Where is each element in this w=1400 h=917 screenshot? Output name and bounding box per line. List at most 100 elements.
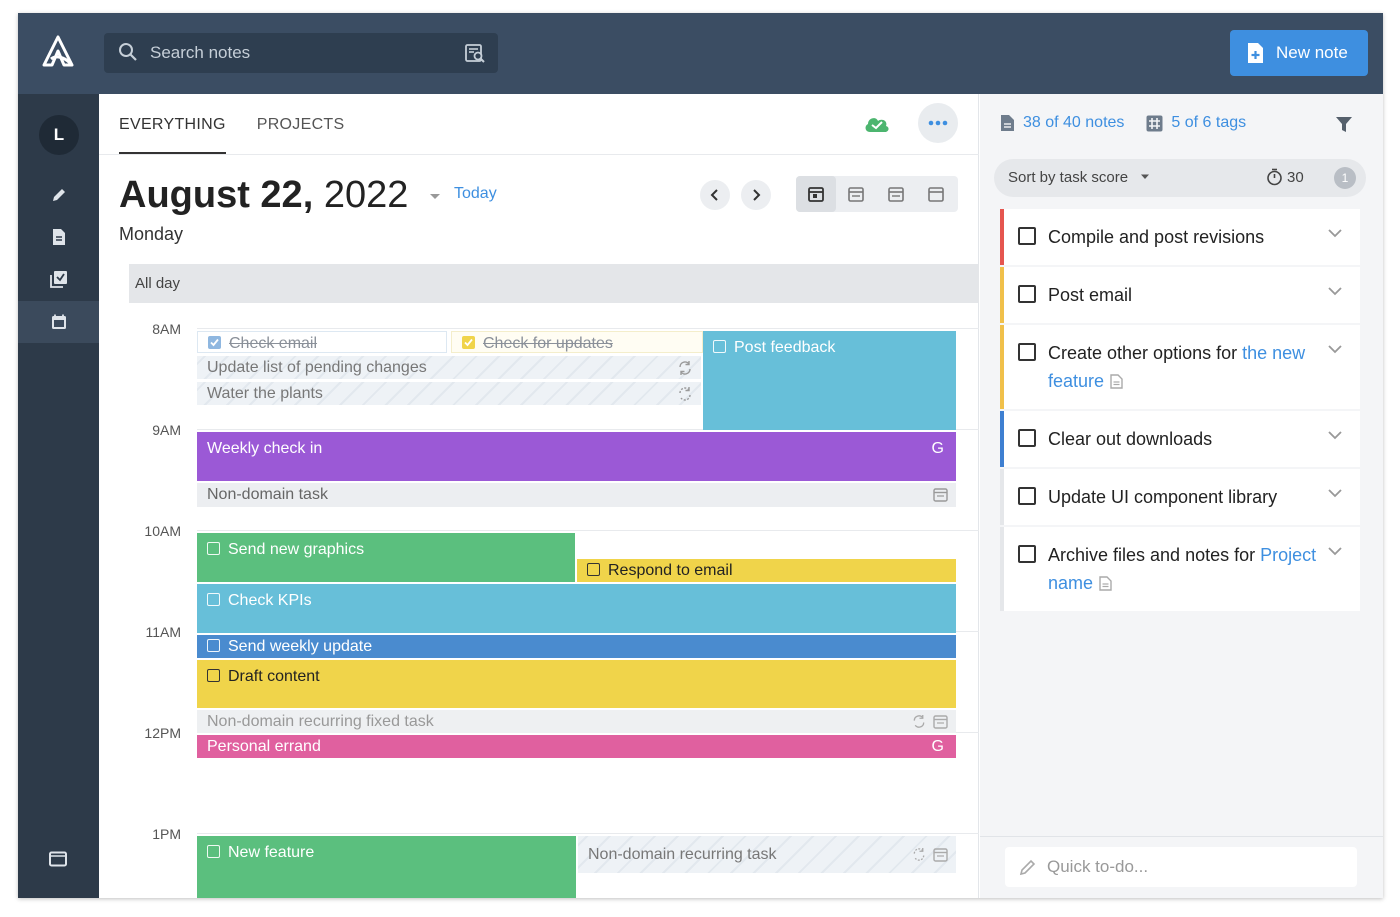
event-non-domain-recurring[interactable]: Non-domain recurring task — [578, 836, 956, 873]
time-budget[interactable]: 30 — [1266, 168, 1304, 186]
event-check-email[interactable]: Check email — [197, 331, 447, 353]
more-options-button[interactable] — [918, 103, 958, 143]
event-water-plants[interactable]: Water the plants — [197, 382, 701, 405]
cloud-sync-icon[interactable] — [863, 114, 891, 139]
task-checkbox[interactable] — [1018, 429, 1036, 447]
today-link[interactable]: Today — [454, 185, 497, 203]
advanced-search-icon[interactable] — [464, 42, 486, 64]
event-weekly-check-in[interactable]: Weekly check in G — [197, 432, 956, 481]
chevron-down-icon[interactable] — [1328, 287, 1342, 296]
task-item[interactable]: Clear out downloads — [1000, 411, 1360, 467]
checkbox[interactable] — [207, 639, 220, 652]
avatar[interactable]: L — [39, 115, 79, 155]
event-respond-to-email[interactable]: Respond to email — [577, 559, 956, 582]
rail-panel-toggle[interactable] — [48, 851, 68, 872]
event-label: Check for updates — [483, 335, 613, 352]
event-check-for-updates[interactable]: Check for updates — [451, 331, 703, 353]
task-item[interactable]: Compile and post revisions — [1000, 209, 1360, 265]
event-check-kpis[interactable]: Check KPIs — [197, 584, 956, 633]
quick-todo-input[interactable]: Quick to-do... — [1005, 847, 1357, 887]
filter-icon[interactable] — [1335, 116, 1353, 139]
event-label: Update list of pending changes — [207, 359, 427, 376]
priority-bar — [1000, 267, 1004, 323]
tags-count-link[interactable]: 5 of 6 tags — [1146, 114, 1246, 132]
chevron-down-icon[interactable] — [1328, 547, 1342, 556]
ellipsis-icon — [928, 120, 948, 126]
event-post-feedback[interactable]: Post feedback — [703, 331, 956, 430]
search-input[interactable] — [150, 41, 450, 65]
tab-projects[interactable]: PROJECTS — [257, 94, 345, 154]
search-icon — [119, 43, 137, 61]
rail-documents[interactable] — [18, 216, 99, 258]
recurring-icon — [913, 714, 925, 728]
rail-tasks[interactable] — [18, 258, 99, 300]
checked-box-icon[interactable] — [208, 336, 221, 349]
sort-label: Sort by task score — [1008, 169, 1129, 186]
task-item[interactable]: Archive files and notes for Project name — [1000, 527, 1360, 611]
task-list-icon — [49, 271, 67, 288]
app-logo-icon[interactable] — [38, 33, 78, 73]
view-month-button[interactable] — [916, 176, 956, 212]
tab-everything[interactable]: EVERYTHING — [119, 94, 226, 154]
event-new-feature[interactable]: New feature — [197, 836, 576, 898]
tags-count-label: 5 of 6 tags — [1171, 114, 1247, 131]
event-send-new-graphics[interactable]: Send new graphics — [197, 533, 575, 582]
view-3day-button[interactable] — [836, 176, 876, 212]
next-day-button[interactable] — [741, 180, 771, 210]
calendar-main: EVERYTHING PROJECTS August 22, 2022 Toda… — [99, 94, 979, 898]
hour-label-10am: 10AM — [144, 523, 181, 539]
calendar-month-icon — [928, 187, 944, 202]
notes-count-link[interactable]: 38 of 40 notes — [1000, 114, 1124, 132]
event-non-domain-recurring-fixed[interactable]: Non-domain recurring fixed task — [197, 710, 956, 733]
checked-box-icon[interactable] — [462, 336, 475, 349]
new-note-button[interactable]: New note — [1230, 30, 1368, 76]
checkbox[interactable] — [207, 593, 220, 606]
view-day-button[interactable] — [796, 176, 836, 212]
chevron-right-icon — [753, 189, 761, 201]
priority-bar — [1000, 527, 1004, 611]
rail-calendar[interactable] — [18, 301, 99, 343]
caret-down-icon — [1141, 174, 1150, 179]
all-day-row[interactable]: All day — [129, 264, 979, 303]
chevron-down-icon[interactable] — [1328, 489, 1342, 498]
pencil-icon — [52, 189, 65, 201]
event-non-domain-task[interactable]: Non-domain task — [197, 483, 956, 507]
google-badge: G — [931, 738, 944, 755]
panel-toggle-icon — [49, 851, 67, 867]
calendar-icon — [51, 314, 66, 329]
chevron-down-icon[interactable] — [1328, 431, 1342, 440]
event-personal-errand[interactable]: Personal errand G — [197, 735, 956, 758]
hour-label-11am: 11AM — [145, 624, 181, 640]
checkbox[interactable] — [207, 669, 220, 682]
calendar-icon — [933, 488, 948, 502]
view-tabs: EVERYTHING PROJECTS — [119, 94, 375, 154]
chevron-down-icon[interactable] — [1328, 345, 1342, 354]
hour-line — [197, 328, 979, 329]
date-heading[interactable]: August 22, 2022 — [119, 174, 441, 217]
event-send-weekly-update[interactable]: Send weekly update — [197, 635, 956, 658]
event-update-list[interactable]: Update list of pending changes — [197, 356, 701, 379]
view-week-button[interactable] — [876, 176, 916, 212]
task-checkbox[interactable] — [1018, 545, 1036, 563]
sort-dropdown[interactable]: Sort by task score — [1008, 169, 1150, 186]
checkbox[interactable] — [207, 542, 220, 555]
task-checkbox[interactable] — [1018, 227, 1036, 245]
task-checkbox[interactable] — [1018, 487, 1036, 505]
task-checkbox[interactable] — [1018, 343, 1036, 361]
event-label: Send weekly update — [228, 638, 373, 655]
task-item[interactable]: Post email — [1000, 267, 1360, 323]
task-item[interactable]: Create other options for the new feature — [1000, 325, 1360, 409]
checkbox[interactable] — [587, 563, 600, 576]
checkbox[interactable] — [207, 845, 220, 858]
date-month-day: August 22, — [119, 174, 314, 216]
app-window: New note L — [18, 13, 1383, 898]
search-box[interactable] — [104, 33, 498, 73]
rail-notes-edit[interactable] — [18, 174, 99, 216]
event-label: Check email — [229, 335, 318, 352]
checkbox[interactable] — [713, 340, 726, 353]
event-draft-content[interactable]: Draft content — [197, 660, 956, 708]
task-item[interactable]: Update UI component library — [1000, 469, 1360, 525]
chevron-down-icon[interactable] — [1328, 229, 1342, 238]
task-checkbox[interactable] — [1018, 285, 1036, 303]
prev-day-button[interactable] — [700, 180, 730, 210]
